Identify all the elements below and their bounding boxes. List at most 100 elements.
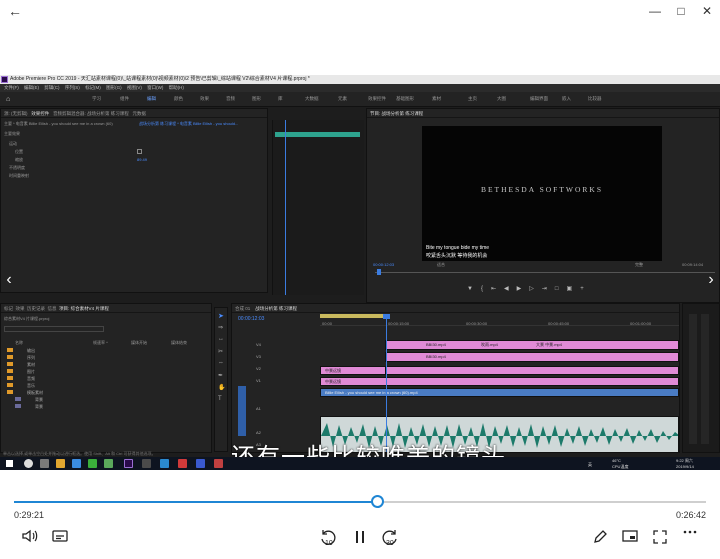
list-item[interactable]: 序列 [7,355,207,362]
app-icon[interactable] [160,459,169,468]
add-button-icon[interactable]: + [580,286,592,292]
pause-icon[interactable] [350,527,370,547]
workspace-tab[interactable]: 素材 [432,96,441,102]
tab-history[interactable]: 历史记录 [27,306,45,311]
clip-v4-b[interactable]: BBI30.mp4 [385,352,679,362]
list-item[interactable]: 音乐 [7,383,207,390]
ripple-edit-icon[interactable]: ↔ [218,336,224,342]
tab-metadata[interactable]: 元数据 [133,111,147,116]
lift-icon[interactable]: □ [555,286,567,292]
frame-back-icon[interactable]: ◀ [504,286,517,292]
fx-playhead[interactable] [285,120,286,295]
more-options-icon[interactable] [680,527,700,547]
monitor-fit-select[interactable]: 适合 [437,262,445,268]
timeline-playhead[interactable] [386,316,387,452]
app-icon[interactable] [214,459,223,468]
timeline-playhead-handle[interactable] [383,314,390,319]
search-icon[interactable] [24,459,33,468]
col-framerate[interactable]: 帧速率 ^ [93,340,108,346]
track-a1[interactable]: A1 [256,406,261,411]
pen-tool-icon[interactable]: ✒ [218,372,223,379]
progress-bar[interactable] [14,495,706,508]
project-search-input[interactable] [4,326,104,332]
app-icon[interactable] [196,459,205,468]
workspace-tab[interactable]: 库 [278,96,283,102]
workspace-tab[interactable]: 大图 [497,96,506,102]
edit-pencil-icon[interactable] [590,527,610,547]
workspace-tab-active[interactable]: 编辑 [147,96,156,102]
clip-v3-long[interactable] [386,366,679,375]
close-icon[interactable]: ✕ [699,3,715,19]
source-patch-audio[interactable] [238,386,246,436]
forward-icon[interactable]: 30 [380,527,400,547]
track-v3[interactable]: V3 [256,354,261,359]
home-icon[interactable]: ⌂ [6,96,13,103]
video-frame[interactable]: Adobe Premiere Pro CC 2019 - 天汇站素材课程(0)\… [0,75,720,470]
workspace-tab[interactable]: 基础图形 [396,96,414,102]
step-back-icon[interactable]: ⇤ [491,286,504,292]
tab-project[interactable]: 项目: 综合素材V4 片课程 [59,306,109,311]
maximize-icon[interactable]: □ [673,3,689,19]
wechat-icon[interactable] [88,459,97,468]
track-v4[interactable]: V4 [256,342,261,347]
workspace-tab[interactable]: 编辑界面 [530,96,548,102]
timeline-current-time[interactable]: 00:00:12:03 [238,316,264,322]
workspace-tab[interactable]: 学习 [92,96,101,102]
play-icon[interactable]: ▶ [517,286,530,292]
next-arrow-icon[interactable]: › [704,270,718,290]
fx-motion-row[interactable]: 运动 [9,141,17,147]
task-view-icon[interactable] [40,459,49,468]
workspace-tab[interactable]: 音频 [226,96,235,102]
tab-markers[interactable]: 标记 [4,306,13,311]
fx-checkbox[interactable] [137,149,142,154]
frame-forward-icon[interactable]: ▷ [529,286,542,292]
monitor-playhead[interactable] [377,269,381,275]
fx-scale-value[interactable]: 89.49 [137,157,147,162]
menu-view[interactable]: 视图(V) [127,85,142,90]
windows-start-icon[interactable] [6,460,13,467]
tab-effect-controls[interactable]: 效果控件 [31,111,49,116]
clip-v3[interactable]: 中景远镜 [320,366,386,375]
back-arrow-icon[interactable]: ← [8,3,24,19]
track-v2[interactable]: V2 [256,366,261,371]
clip-v2[interactable]: 中景远镜 [320,377,679,386]
subtitles-icon[interactable] [50,527,70,547]
list-item[interactable]: 背景 [7,397,207,404]
mark-in-icon[interactable]: ▼ [467,286,481,292]
menu-file[interactable]: 文件(F) [4,85,19,90]
col-name[interactable]: 名称 [15,340,23,346]
list-item[interactable]: 素材 [7,362,207,369]
tab-source[interactable]: 源: (无剪辑) [4,111,28,116]
fullscreen-icon[interactable] [650,527,670,547]
file-explorer-icon[interactable] [56,459,65,468]
clip-v4[interactable]: BBI30.mp4 吹雨.mp4 大景 中景.mp4 [385,340,679,350]
workspace-tab[interactable]: 元素 [338,96,347,102]
type-tool-icon[interactable]: T [218,396,222,402]
step-forward-icon[interactable]: ⇥ [542,286,555,292]
tab-effects[interactable]: 效果 [16,306,25,311]
menu-graphics[interactable]: 图形(G) [106,85,122,90]
mini-player-icon[interactable] [620,527,640,547]
workspace-tab[interactable]: 主页 [468,96,477,102]
list-item[interactable]: 音频 [7,376,207,383]
track-select-icon[interactable]: ⇒ [218,324,223,331]
list-item[interactable]: 输出 [7,348,207,355]
monitor-scrubber[interactable] [375,272,715,273]
list-item[interactable]: 图片 [7,369,207,376]
monitor-quality-select[interactable]: 完整 [635,262,643,268]
tab-program[interactable]: 节目: 战场分析第 练习课程 [370,111,423,116]
tab-info[interactable]: 信息 [48,306,57,311]
workspace-tab[interactable]: 组件 [120,96,129,102]
list-item[interactable]: 背景 [7,404,207,411]
workspace-tab[interactable]: 效果 [200,96,209,102]
work-area-bar[interactable] [320,314,386,318]
track-a2[interactable]: A2 [256,430,261,435]
tab-sequence-main[interactable]: 战场分析第 练习课程 [255,306,297,311]
menu-window[interactable]: 窗口(W) [147,85,163,90]
menu-clip[interactable]: 剪辑(C) [44,85,59,90]
minimize-icon[interactable]: — [647,3,663,19]
col-media-start[interactable]: 媒体开始 [131,340,147,346]
menu-marker[interactable]: 标记(M) [85,85,101,90]
volume-icon[interactable] [20,527,40,547]
workspace-tab[interactable]: 效果控件 [368,96,386,102]
